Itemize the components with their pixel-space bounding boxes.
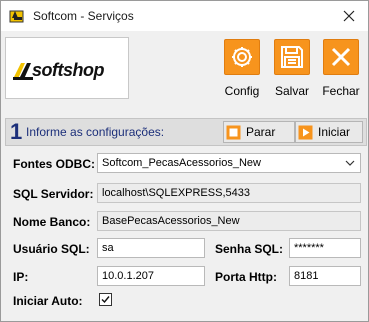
config-button[interactable]: Config: [221, 39, 263, 98]
port-label: Porta Http:: [215, 270, 277, 284]
app-window: Softcom - Serviços softshop Config Salva…: [0, 0, 369, 322]
db-label: Nome Banco:: [13, 215, 91, 229]
x-mark-icon: [331, 47, 351, 67]
close-button[interactable]: Fechar: [320, 39, 362, 98]
window-close-button[interactable]: [334, 1, 364, 31]
close-icon: [343, 10, 355, 22]
window-title: Softcom - Serviços: [33, 9, 134, 23]
db-name-field[interactable]: BasePecasAcessorios_New: [97, 211, 361, 231]
ip-field[interactable]: 10.0.1.207: [97, 266, 205, 286]
odbc-select-value: Softcom_PecasAcessorios_New: [102, 157, 261, 169]
stop-button[interactable]: Parar: [223, 121, 295, 143]
app-icon: [9, 10, 24, 23]
user-field[interactable]: sa: [97, 238, 205, 258]
server-label: SQL Servidor:: [13, 187, 94, 201]
user-label: Usuário SQL:: [13, 242, 90, 256]
save-icon-box: [274, 39, 310, 75]
odbc-label: Fontes ODBC:: [13, 157, 95, 171]
play-icon: [298, 125, 313, 139]
floppy-disk-icon: [281, 46, 303, 68]
password-label: Senha SQL:: [215, 242, 284, 256]
ip-label: IP:: [13, 270, 29, 284]
server-field[interactable]: localhost\SQLEXPRESS,5433: [97, 183, 361, 203]
header-band: softshop Config Salvar Fechar: [1, 31, 368, 103]
save-label: Salvar: [274, 84, 309, 98]
checkmark-icon: [101, 296, 110, 304]
softshop-logo: softshop: [5, 37, 129, 99]
close-icon-box: [323, 39, 359, 75]
gear-icon: [232, 47, 252, 67]
stop-label: Parar: [246, 125, 276, 139]
port-field[interactable]: 8181: [289, 266, 361, 286]
section-number: 1: [10, 119, 23, 144]
chevron-down-icon: [345, 160, 355, 166]
stop-icon: [226, 125, 241, 139]
close-label: Fechar: [322, 84, 360, 98]
save-button[interactable]: Salvar: [271, 39, 313, 98]
autostart-checkbox[interactable]: [99, 293, 112, 306]
autostart-label: Iniciar Auto:: [13, 294, 83, 308]
odbc-select[interactable]: Softcom_PecasAcessorios_New: [97, 153, 361, 173]
config-icon-box: [224, 39, 260, 75]
section-title: Informe as configurações:: [26, 125, 165, 139]
start-label: Iniciar: [318, 125, 351, 139]
title-bar: Softcom - Serviços: [1, 1, 368, 31]
config-form: Fontes ODBC: Softcom_PecasAcessorios_New…: [5, 147, 365, 317]
password-field[interactable]: *******: [289, 238, 361, 258]
start-button[interactable]: Iniciar: [295, 121, 363, 143]
config-label: Config: [224, 84, 260, 98]
section-header: 1 Informe as configurações: Parar Inicia…: [5, 118, 367, 146]
logo-text: softshop: [32, 60, 105, 80]
